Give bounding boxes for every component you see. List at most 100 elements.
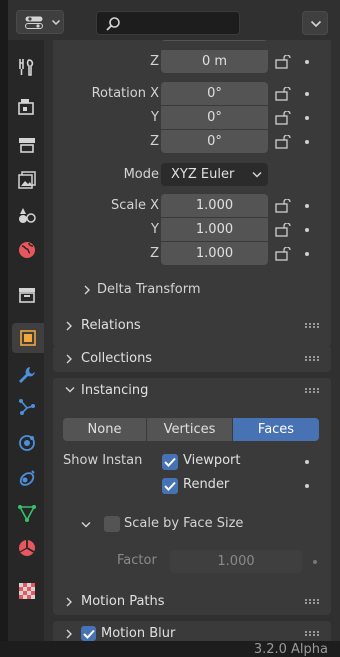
properties-tabs xyxy=(8,40,44,641)
lock-icon[interactable] xyxy=(275,135,293,149)
motion-paths-panel-header[interactable]: Motion Paths xyxy=(53,589,331,615)
tab-render[interactable] xyxy=(12,92,42,122)
output-icon xyxy=(19,138,35,153)
drag-handle-icon[interactable] xyxy=(305,323,321,328)
scale-x-field[interactable]: 1.000 xyxy=(161,194,268,217)
scale-z-field[interactable]: 1.000 xyxy=(161,242,268,265)
tab-output[interactable] xyxy=(12,130,42,160)
tab-world[interactable] xyxy=(12,235,42,265)
keyframe-dot[interactable] xyxy=(305,460,309,464)
lock-icon[interactable] xyxy=(275,55,293,69)
keyframe-dot[interactable] xyxy=(305,92,309,96)
keyframe-dot[interactable] xyxy=(305,204,309,208)
location-y-field[interactable] xyxy=(161,40,268,41)
keyframe-dot[interactable] xyxy=(305,228,309,232)
delta-transform-label: Delta Transform xyxy=(97,282,201,297)
tab-view-layer[interactable] xyxy=(12,165,42,195)
chevron-down-icon xyxy=(252,171,262,178)
editor-type-dropdown[interactable] xyxy=(16,10,64,34)
tab-texture[interactable] xyxy=(12,576,42,606)
show-instancer-label: Show Instan xyxy=(63,453,143,468)
chevron-down-icon xyxy=(310,20,322,28)
tab-collection[interactable] xyxy=(12,280,42,310)
chevron-right-icon xyxy=(66,629,72,639)
chevron-down-icon xyxy=(65,387,75,393)
lock-icon[interactable] xyxy=(275,223,293,237)
tab-modifiers[interactable] xyxy=(12,360,42,390)
drag-handle-icon[interactable] xyxy=(305,356,321,361)
keyframe-dot[interactable] xyxy=(305,140,309,144)
tab-constraints[interactable] xyxy=(12,463,42,493)
tab-particles[interactable] xyxy=(12,392,42,422)
rotation-mode-value: XYZ Euler xyxy=(171,167,235,182)
location-z-label: Z xyxy=(150,54,159,69)
lock-icon[interactable] xyxy=(275,87,293,101)
options-dropdown[interactable] xyxy=(302,11,328,35)
collections-label: Collections xyxy=(81,351,153,366)
scale-by-face-size-label: Scale by Face Size xyxy=(124,516,244,531)
relations-panel-header[interactable]: Relations xyxy=(53,313,331,339)
lock-icon[interactable] xyxy=(275,111,293,125)
mesh-data-icon xyxy=(18,505,36,522)
physics-icon xyxy=(19,435,35,451)
search-input[interactable] xyxy=(96,11,240,35)
instancing-vertices-button[interactable]: Vertices xyxy=(147,418,232,441)
tab-scene[interactable] xyxy=(12,200,42,230)
drag-handle-icon[interactable] xyxy=(305,631,321,636)
scale-x-label: Scale X xyxy=(110,198,159,213)
instancing-none-button[interactable]: None xyxy=(63,418,146,441)
keyframe-dot[interactable] xyxy=(305,116,309,120)
viewport-checkbox[interactable] xyxy=(162,454,178,470)
rotation-mode-dropdown[interactable]: XYZ Euler xyxy=(161,163,268,186)
keyframe-dot[interactable] xyxy=(305,484,309,488)
lock-icon[interactable] xyxy=(275,199,293,213)
location-z-row: Z 0 m xyxy=(53,50,331,74)
tool-icon xyxy=(19,59,34,76)
keyframe-dot[interactable] xyxy=(313,560,317,564)
chevron-right-icon xyxy=(66,597,72,607)
viewport-label: Viewport xyxy=(183,453,241,468)
rotation-z-label: Z xyxy=(150,134,159,149)
checkmark-icon xyxy=(83,629,95,639)
render-checkbox[interactable] xyxy=(162,478,178,494)
tab-tool[interactable] xyxy=(12,52,42,82)
rotation-y-field[interactable]: 0° xyxy=(161,106,268,129)
properties-content: Z 0 m Rotation X 0° Y 0° Z 0° Mode XYZ E… xyxy=(53,40,340,641)
factor-label: Factor xyxy=(117,553,157,568)
keyframe-dot[interactable] xyxy=(305,60,309,64)
tab-material[interactable] xyxy=(12,533,42,563)
delta-transform-subpanel[interactable]: Delta Transform xyxy=(53,276,331,304)
location-z-field[interactable]: 0 m xyxy=(161,50,268,73)
texture-icon xyxy=(19,583,35,599)
rotation-mode-label: Mode xyxy=(123,167,159,182)
properties-editor: Z 0 m Rotation X 0° Y 0° Z 0° Mode XYZ E… xyxy=(8,0,340,641)
rotation-x-field[interactable]: 0° xyxy=(161,82,268,105)
scene-icon xyxy=(19,208,36,223)
instancing-faces-button[interactable]: Faces xyxy=(233,418,319,441)
chevron-right-icon xyxy=(66,321,72,331)
motion-blur-checkbox[interactable] xyxy=(81,626,96,641)
chevron-right-icon xyxy=(66,354,72,364)
factor-field[interactable]: 1.000 xyxy=(170,550,302,573)
rotation-y-label: Y xyxy=(151,110,159,125)
tab-data[interactable] xyxy=(12,498,42,528)
collection-icon xyxy=(19,288,35,303)
scale-y-row: Y 1.000 xyxy=(53,218,331,242)
keyframe-dot[interactable] xyxy=(305,252,309,256)
drag-handle-icon[interactable] xyxy=(305,599,321,604)
lock-icon[interactable] xyxy=(275,247,293,261)
scale-y-field[interactable]: 1.000 xyxy=(161,218,268,241)
scale-z-row: Z 1.000 xyxy=(53,242,331,266)
collections-panel-header[interactable]: Collections xyxy=(53,346,331,372)
tab-object[interactable] xyxy=(12,323,44,353)
view-layer-icon xyxy=(18,171,36,189)
motion-blur-panel-header[interactable]: Motion Blur xyxy=(53,621,331,641)
header-bar xyxy=(8,0,340,40)
tab-physics[interactable] xyxy=(12,428,42,458)
rotation-z-field[interactable]: 0° xyxy=(161,130,268,153)
checkmark-icon xyxy=(164,481,176,491)
chevron-down-icon[interactable] xyxy=(81,521,91,529)
drag-handle-icon[interactable] xyxy=(305,388,321,393)
scale-by-face-size-checkbox[interactable] xyxy=(104,516,120,532)
instancing-panel-header[interactable]: Instancing xyxy=(53,378,331,404)
